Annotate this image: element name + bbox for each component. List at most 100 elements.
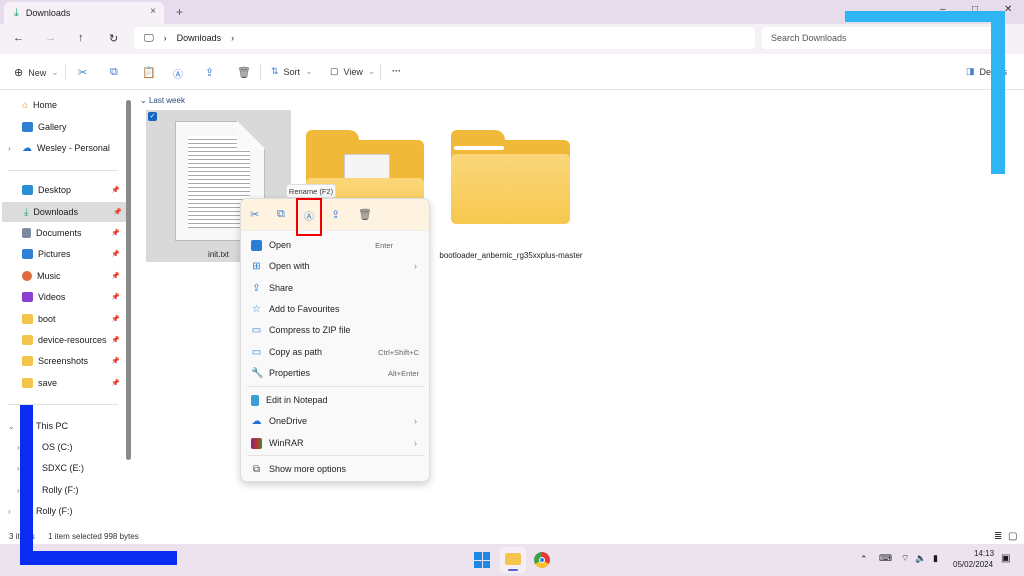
clock-date[interactable]: 05/02/2024 (953, 560, 993, 569)
copy-icon[interactable]: ⧉ (277, 208, 285, 221)
sidebar-item-desktop[interactable]: Desktop 📌 (0, 180, 124, 200)
sidebar-item-videos[interactable]: Videos 📌 (0, 287, 124, 307)
sidebar-item-music[interactable]: Music 📌 (0, 266, 124, 286)
sidebar-label: Rolly (F:) (36, 506, 73, 516)
battery-icon[interactable]: ▮ (933, 553, 938, 564)
menu-item-properties[interactable]: 🔧 Properties Alt+Enter (241, 363, 429, 383)
view-button[interactable]: ▢ View ⌄ (330, 66, 375, 77)
clock-time[interactable]: 14:13 (974, 549, 994, 558)
notepad-icon (251, 239, 262, 251)
copy-icon[interactable]: ⧉ (110, 66, 118, 79)
up-button[interactable]: ↑ (78, 32, 84, 44)
paste-icon[interactable]: 📋 (142, 66, 156, 79)
selection-checkbox[interactable]: ✓ (148, 112, 157, 121)
chevron-right-icon[interactable]: › (8, 507, 11, 516)
more-options-button[interactable]: ··· (392, 66, 401, 76)
pin-icon[interactable]: 📌 (111, 336, 120, 344)
keyboard-icon[interactable]: ⌨ (879, 553, 892, 564)
sidebar-item-boot[interactable]: boot 📌 (0, 309, 124, 329)
delete-icon[interactable]: 🗑 (237, 66, 251, 79)
sidebar-item-screenshots[interactable]: Screenshots 📌 (0, 351, 124, 371)
details-view-icon[interactable]: ≣ (994, 531, 1002, 542)
sidebar-label: Home (33, 100, 58, 110)
back-button[interactable]: ← (13, 32, 24, 44)
menu-item-add-to-favourites[interactable]: ☆ Add to Favourites (241, 299, 429, 319)
search-placeholder: Search Downloads (771, 33, 847, 43)
sidebar-item-drive-c[interactable]: › OS (C:) (0, 437, 124, 457)
sidebar-item-drive-f[interactable]: › Rolly (F:) (0, 480, 124, 500)
share-icon[interactable]: ⇪ (205, 66, 214, 79)
sidebar-scrollbar[interactable] (126, 100, 131, 460)
pin-icon[interactable]: 📌 (111, 315, 120, 323)
sidebar-label: Pictures (38, 249, 71, 259)
chrome-icon[interactable] (534, 552, 550, 568)
chevron-right-icon[interactable]: › (8, 144, 11, 153)
corner-marker-overlay (20, 551, 177, 565)
notifications-icon[interactable]: ▣ (1001, 553, 1010, 564)
menu-item-open-with[interactable]: ⊞ Open with › (241, 256, 429, 276)
sidebar-item-onedrive[interactable]: › ☁ Wesley - Personal (0, 138, 124, 158)
pin-icon[interactable]: 📌 (111, 272, 120, 280)
plus-circle-icon: ⊕ (14, 67, 24, 79)
new-tab-button[interactable]: + (176, 5, 183, 19)
tab-downloads[interactable]: ⤓ Downloads × (4, 2, 164, 24)
delete-icon[interactable]: 🗑 (358, 208, 372, 221)
close-tab-button[interactable]: × (150, 6, 156, 17)
forward-button[interactable]: → (45, 32, 56, 44)
chevron-down-icon: ⌄ (51, 67, 59, 77)
shortcut: Enter (375, 240, 393, 250)
divider (380, 64, 381, 80)
sidebar-item-device-resources[interactable]: device-resources 📌 (0, 330, 124, 350)
search-input[interactable]: Search Downloads (762, 27, 1002, 49)
sidebar-label: boot (38, 314, 56, 324)
new-label: New (28, 67, 47, 78)
new-button[interactable]: ⊕ New ⌄ (14, 66, 59, 79)
rename-icon[interactable]: Ⓐ (173, 66, 183, 81)
menu-item-share[interactable]: ⇪ Share (241, 278, 429, 298)
menu-item-onedrive[interactable]: ☁ OneDrive › (241, 411, 429, 431)
sidebar-item-drive-f-root[interactable]: › Rolly (F:) (0, 501, 124, 521)
sidebar-item-drive-e[interactable]: › SDXC (E:) (0, 458, 124, 478)
pin-icon[interactable]: 📌 (111, 379, 120, 387)
address-bar[interactable]: 🖵 › Downloads › (134, 27, 755, 49)
sidebar-label: Videos (38, 292, 66, 302)
sidebar-item-save[interactable]: save 📌 (0, 373, 124, 393)
menu-item-open[interactable]: Open Enter (241, 235, 429, 255)
sidebar-item-pictures[interactable]: Pictures 📌 (0, 244, 124, 264)
sidebar-item-gallery[interactable]: Gallery (0, 117, 124, 137)
breadcrumb-downloads[interactable]: Downloads (177, 33, 222, 43)
wifi-icon[interactable]: ⌔ (901, 553, 909, 564)
pin-icon[interactable]: 📌 (111, 229, 120, 237)
pin-icon[interactable]: 📌 (111, 293, 120, 301)
chevron-up-icon[interactable]: ⌃ (860, 554, 868, 565)
folder-icon[interactable] (451, 130, 570, 224)
volume-icon[interactable]: 🔈 (915, 553, 926, 564)
sidebar-item-documents[interactable]: Documents 📌 (0, 223, 124, 243)
pin-icon[interactable]: 📌 (111, 186, 120, 194)
sort-button[interactable]: ⇅ Sort ⌄ (271, 66, 313, 77)
share-icon[interactable]: ⇪ (331, 208, 340, 221)
sidebar-item-home[interactable]: ⌂ Home (0, 95, 124, 115)
group-header-last-week[interactable]: ⌄ Last week (140, 96, 185, 105)
menu-item-winrar[interactable]: WinRAR › (241, 433, 429, 453)
file-explorer-taskbar-button[interactable] (500, 547, 526, 573)
open-with-icon: ⊞ (252, 260, 261, 272)
refresh-button[interactable]: ↻ (109, 32, 118, 45)
menu-item-compress-zip[interactable]: ▭ Compress to ZIP file (241, 320, 429, 340)
large-icons-view-icon[interactable]: ▢ (1008, 531, 1017, 542)
menu-label: Show more options (269, 464, 347, 474)
pin-icon[interactable]: 📌 (113, 208, 122, 216)
sidebar-item-this-pc[interactable]: ⌄ This PC (0, 416, 124, 436)
cut-icon[interactable]: ✂ (78, 66, 87, 79)
pin-icon[interactable]: 📌 (111, 357, 120, 365)
cut-icon[interactable]: ✂ (250, 208, 259, 221)
close-window-button[interactable]: ✕ (1004, 4, 1012, 15)
sidebar-label: SDXC (E:) (42, 463, 85, 473)
sidebar-item-downloads[interactable]: ⤓ Downloads 📌 (2, 202, 126, 222)
chevron-down-icon[interactable]: ⌄ (8, 422, 15, 431)
menu-item-edit-in-notepad[interactable]: Edit in Notepad (241, 390, 429, 410)
start-button[interactable] (474, 552, 490, 568)
menu-item-copy-as-path[interactable]: ▭ Copy as path Ctrl+Shift+C (241, 342, 429, 362)
menu-item-show-more-options[interactable]: ⧉ Show more options (241, 459, 429, 479)
pin-icon[interactable]: 📌 (111, 250, 120, 258)
